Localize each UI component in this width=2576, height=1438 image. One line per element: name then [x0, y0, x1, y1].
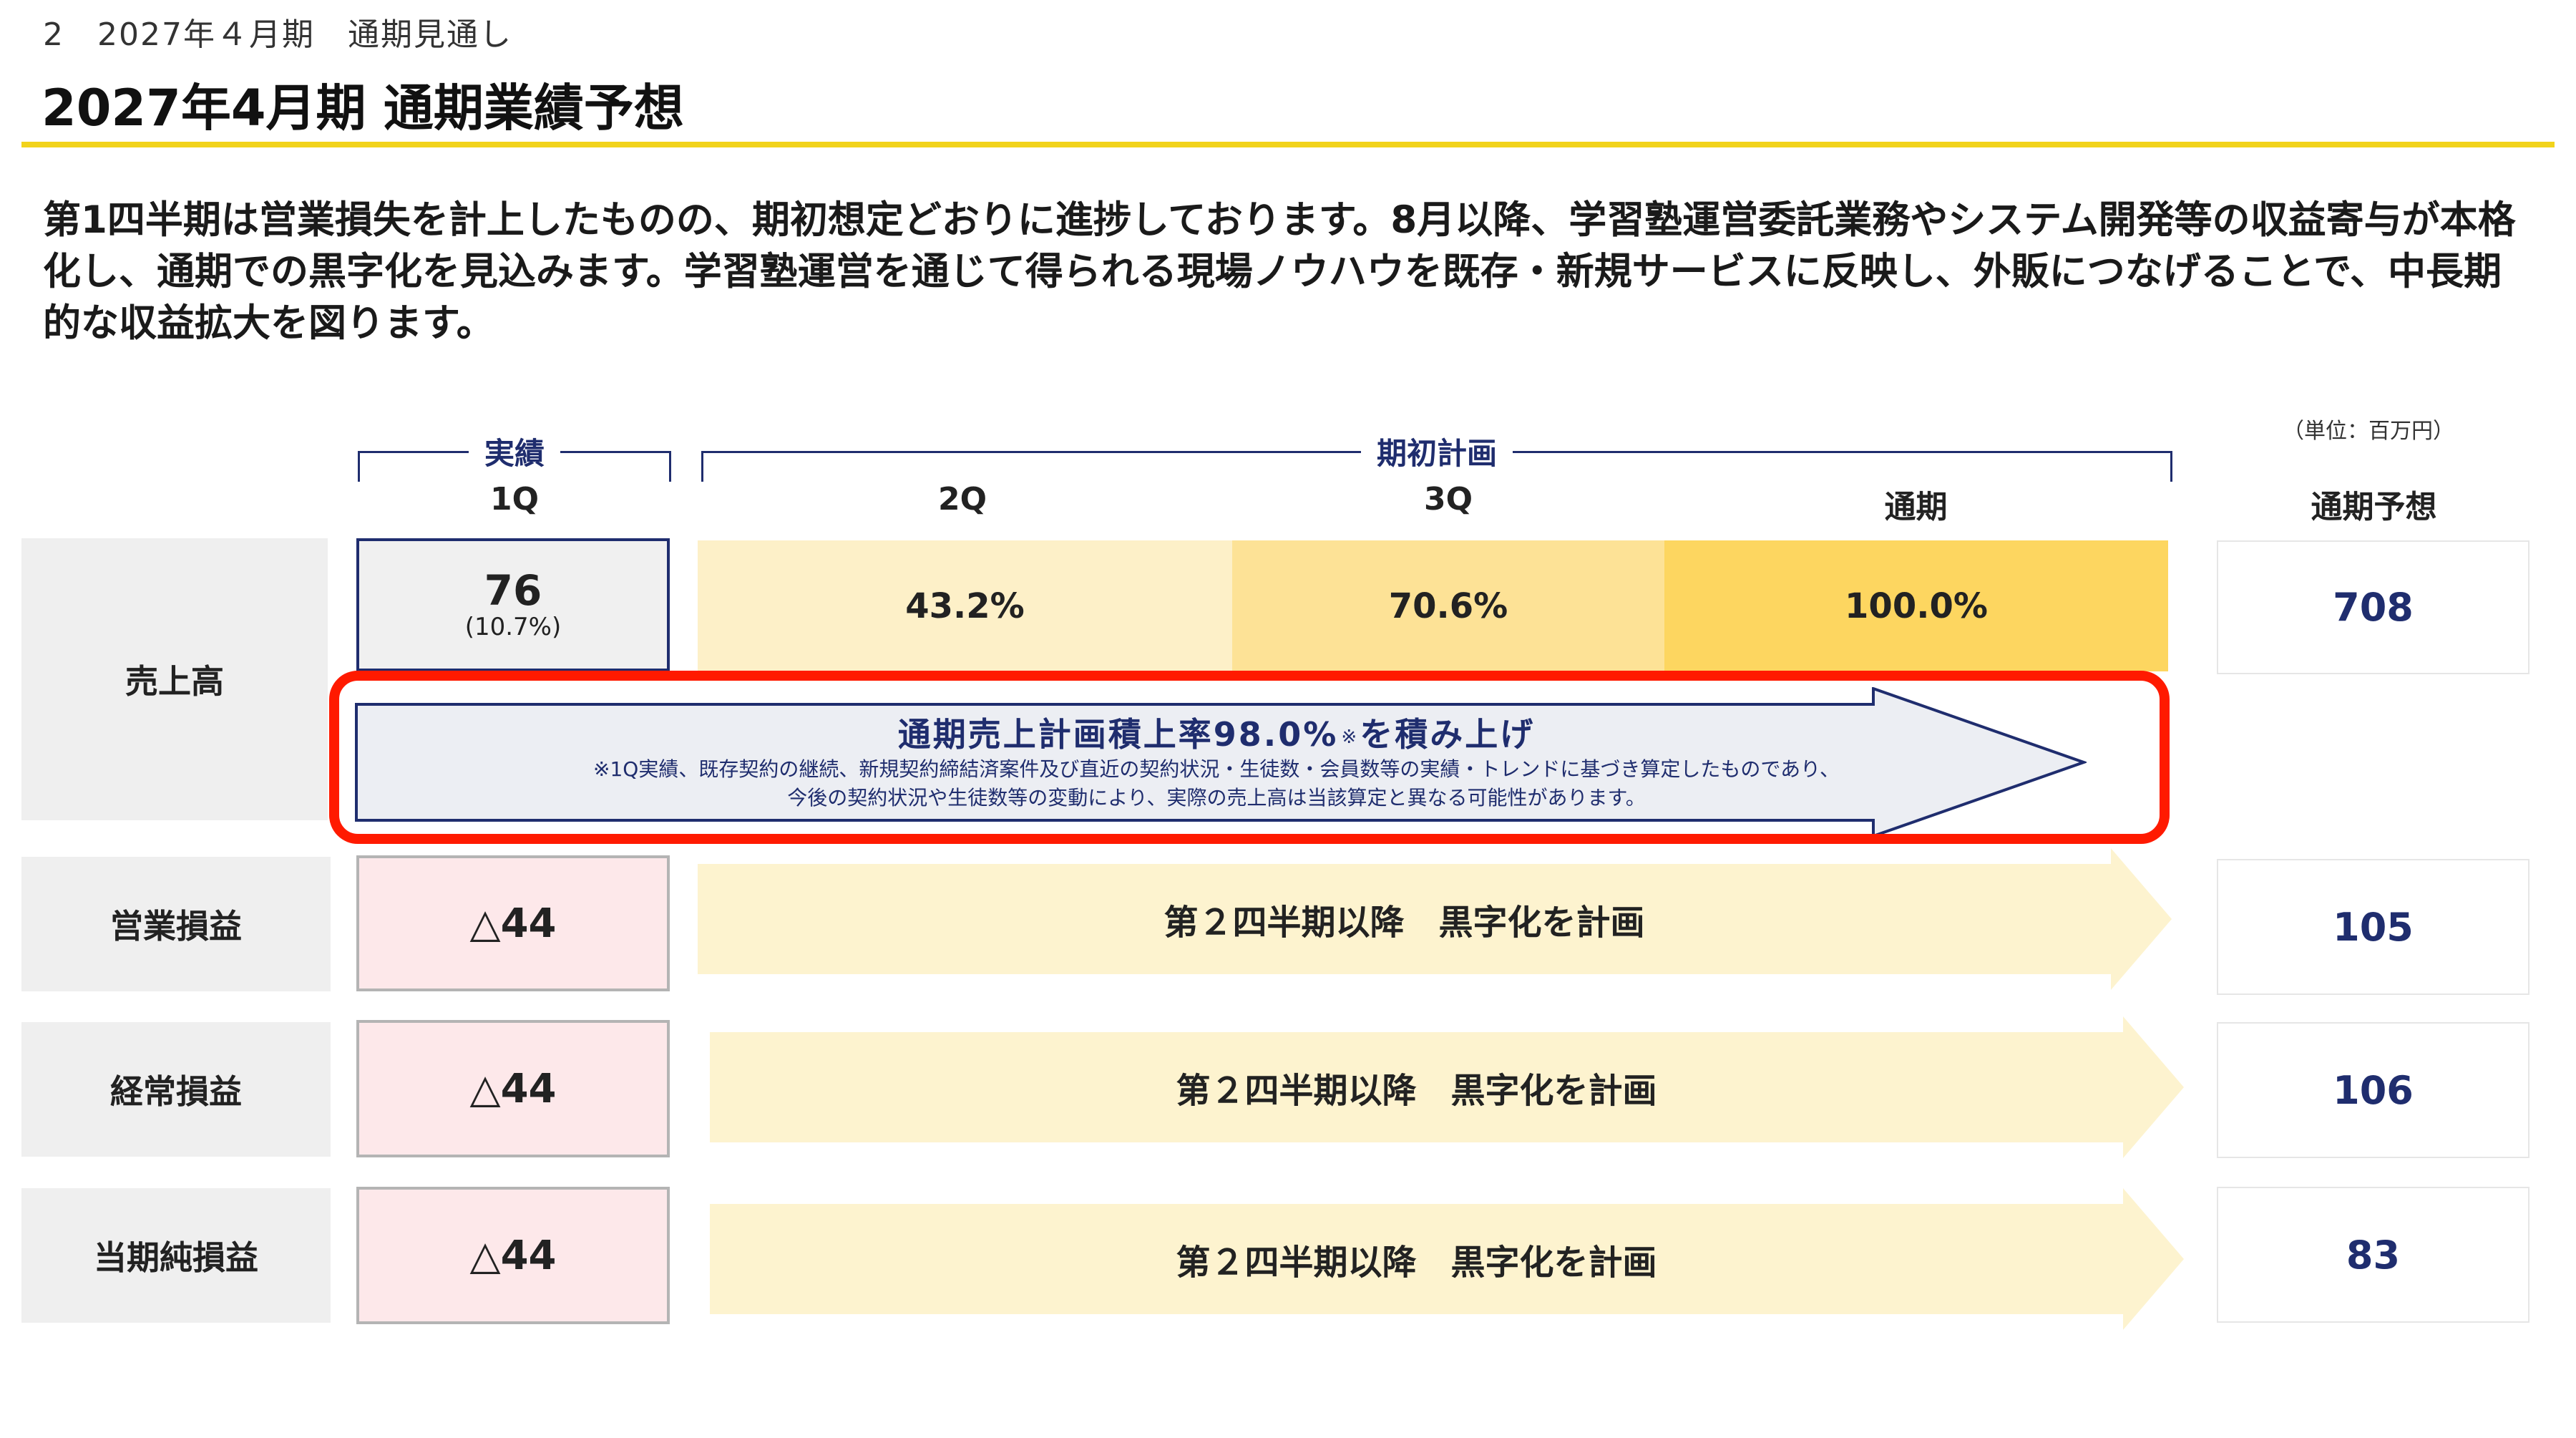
page-title: 2027年4月期 通期業績予想 [42, 79, 684, 137]
highlight-frame [329, 671, 2170, 844]
sales-forecast: 708 [2217, 540, 2529, 674]
operating-1q-value: △44 [356, 855, 670, 991]
row-label-net: 当期純損益 [21, 1188, 331, 1323]
ordinary-plan-text: 第２四半期以降 黒字化を計画 [1176, 1071, 1657, 1111]
actual-bracket-label-wrap: 実績 [358, 429, 671, 473]
actual-group-label: 実績 [468, 429, 560, 473]
sales-3q-progress: 70.6% [1232, 540, 1664, 671]
column-header-3q: 3Q [1423, 481, 1473, 518]
row-label-ordinary: 経常損益 [21, 1022, 331, 1157]
column-header-full-year: 通期 [1884, 489, 1948, 525]
breadcrumb: 2 2027年４月期 通期見通し [43, 16, 512, 53]
title-underline [21, 142, 2555, 147]
column-header-forecast: 通期予想 [2311, 489, 2437, 525]
operating-plan-text: 第２四半期以降 黒字化を計画 [1163, 903, 1645, 943]
net-plan-text: 第２四半期以降 黒字化を計画 [1176, 1243, 1657, 1283]
net-1q-value: △44 [356, 1187, 670, 1324]
sales-1q-cell: 76 (10.7%) [356, 538, 670, 671]
column-header-1q: 1Q [489, 481, 540, 518]
sales-2q-progress: 43.2% [698, 540, 1232, 671]
unit-note: （単位：百万円） [2283, 419, 2454, 444]
row-label-operating: 営業損益 [21, 857, 331, 991]
ordinary-forecast: 106 [2217, 1022, 2529, 1158]
intro-paragraph: 第1四半期は営業損失を計上したものの、期初想定どおりに進捗しております。8月以降… [43, 198, 2516, 345]
net-forecast: 83 [2217, 1187, 2529, 1323]
plan-bracket-label-wrap: 期初計画 [701, 429, 2172, 473]
operating-forecast: 105 [2217, 859, 2529, 995]
sales-full-year-progress: 100.0% [1664, 540, 2168, 671]
column-header-2q: 2Q [937, 481, 987, 518]
sales-1q-percent: (10.7%) [464, 613, 562, 641]
row-label-sales: 売上高 [21, 538, 328, 820]
ordinary-1q-value: △44 [356, 1020, 670, 1157]
sales-1q-value: 76 [484, 566, 542, 615]
plan-group-label: 期初計画 [1360, 429, 1513, 473]
